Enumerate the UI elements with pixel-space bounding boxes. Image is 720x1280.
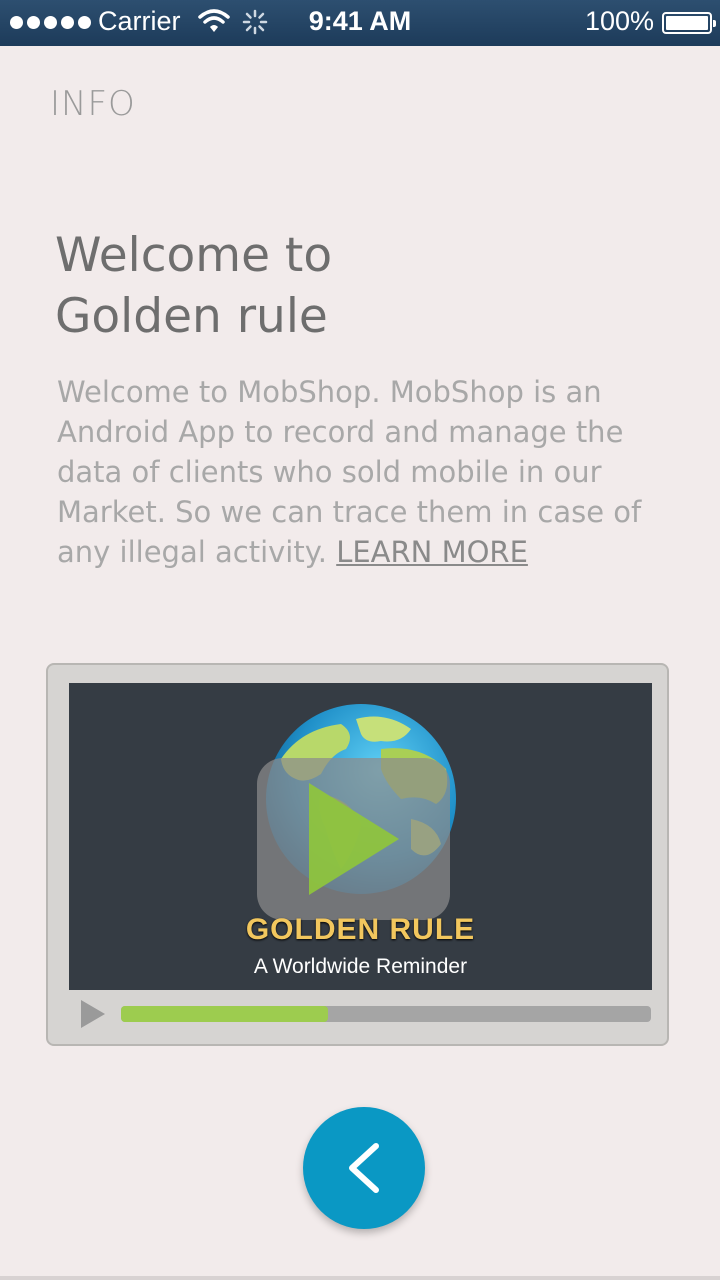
progress-bar[interactable]	[121, 1006, 651, 1022]
title-line-1: Welcome to	[55, 228, 333, 283]
video-subtitle: A Worldwide Reminder	[253, 955, 468, 978]
play-button[interactable]	[81, 1000, 105, 1028]
progress-fill	[121, 1006, 328, 1022]
divider	[0, 1276, 720, 1280]
play-overlay-button[interactable]	[257, 758, 450, 920]
battery-icon	[662, 12, 716, 34]
title-line-2: Golden rule	[55, 289, 328, 344]
chevron-left-icon	[349, 1143, 379, 1193]
battery-percentage: 100%	[584, 6, 654, 36]
video-screen[interactable]: GOLDEN RULE A Worldwide Reminder	[69, 683, 652, 990]
video-player: GOLDEN RULE A Worldwide Reminder	[46, 663, 669, 1046]
play-icon	[308, 783, 399, 895]
status-bar: Carrier 9:41 AM 100%	[0, 0, 720, 46]
page-title: Welcome to Golden rule	[55, 225, 655, 347]
learn-more-link[interactable]: LEARN MORE	[336, 535, 528, 569]
video-title: GOLDEN RULE	[245, 913, 476, 946]
description: Welcome to MobShop. MobShop is an Androi…	[57, 372, 677, 572]
back-button[interactable]	[303, 1107, 425, 1229]
section-label: INFO	[50, 84, 136, 124]
